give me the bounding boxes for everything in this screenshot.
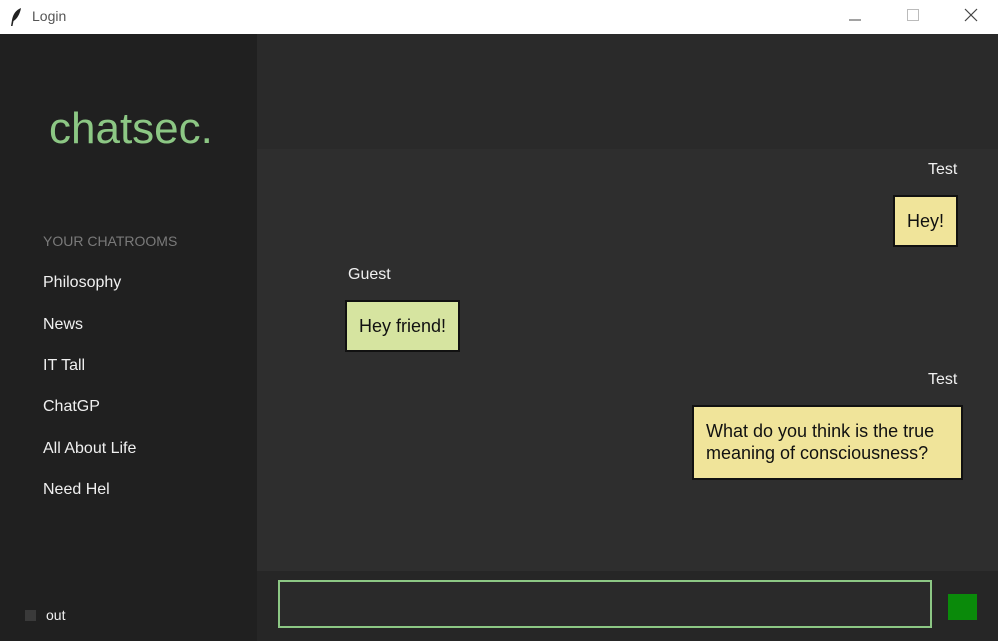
sidebar: chatsec. YOUR CHATROOMS Philosophy News … <box>0 34 257 641</box>
message-text-line: meaning of consciousness? <box>706 443 929 463</box>
message-sender: Guest <box>348 266 391 283</box>
sidebar-item-news[interactable]: News <box>43 316 83 334</box>
message-bubble: What do you think is the true meaning of… <box>692 405 963 480</box>
chatrooms-heading: YOUR CHATROOMS <box>43 233 178 249</box>
message-list: Test Hey! Guest Hey friend! Test What do… <box>257 149 998 571</box>
close-icon <box>964 8 978 27</box>
message-bubble: Hey! <box>893 195 959 247</box>
logout-button[interactable]: out <box>25 607 65 623</box>
logout-label: out <box>46 607 66 623</box>
composer <box>257 571 998 641</box>
sidebar-item-need-hel[interactable]: Need Hel <box>43 481 110 499</box>
close-button[interactable] <box>948 0 994 34</box>
send-button[interactable] <box>948 594 977 620</box>
message-sender: Test <box>928 161 958 178</box>
sidebar-item-all-about-life[interactable]: All About Life <box>43 440 136 458</box>
brand-logo: chatsec. <box>49 104 213 153</box>
message-bubble: Hey friend! <box>345 300 461 352</box>
logout-icon <box>25 609 36 621</box>
message-sender: Test <box>928 371 958 388</box>
app-window: Login chatsec. YOUR CHATROOMS Philosophy… <box>0 0 998 641</box>
maximize-button[interactable] <box>890 0 936 34</box>
sidebar-item-philosophy[interactable]: Philosophy <box>43 274 121 292</box>
sidebar-item-chatgp[interactable]: ChatGP <box>43 398 100 416</box>
minimize-icon <box>849 8 861 26</box>
message-input[interactable] <box>278 580 932 628</box>
feather-icon <box>10 8 22 26</box>
chat-header <box>257 34 998 149</box>
sidebar-item-it-tall[interactable]: IT Tall <box>43 357 85 375</box>
title-bar: Login <box>0 0 998 34</box>
minimize-button[interactable] <box>832 0 878 34</box>
window-title: Login <box>32 8 67 24</box>
maximize-icon <box>907 8 919 26</box>
message-text-line: What do you think is the true <box>706 421 935 441</box>
